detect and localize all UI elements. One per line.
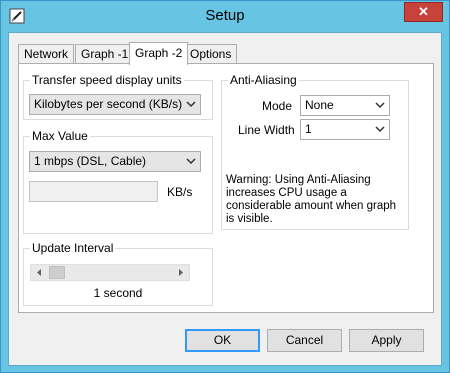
chevron-down-icon — [374, 96, 386, 115]
max-value-unit-label: KB/s — [167, 185, 193, 199]
chevron-down-icon — [374, 120, 386, 139]
max-value-dropdown[interactable]: 1 mbps (DSL, Cable) — [29, 151, 201, 172]
transfer-speed-group: Transfer speed display units Kilobytes p… — [23, 73, 213, 120]
max-value-group-label: Max Value — [30, 129, 90, 143]
tab-label: Graph -1 — [81, 47, 129, 61]
line-width-value: 1 — [305, 122, 312, 136]
cancel-button[interactable]: Cancel — [267, 329, 342, 352]
arrow-left-icon[interactable] — [31, 265, 48, 280]
window-title: Setup — [205, 7, 245, 24]
transfer-speed-group-label: Transfer speed display units — [30, 73, 184, 87]
max-value-selected: 1 mbps (DSL, Cable) — [34, 154, 147, 168]
arrow-right-icon[interactable] — [172, 265, 189, 280]
update-interval-value: 1 second — [93, 286, 143, 300]
update-interval-group-label: Update Interval — [30, 241, 116, 255]
tab-panel-graph-2: Transfer speed display units Kilobytes p… — [18, 63, 434, 313]
max-value-input[interactable] — [29, 181, 158, 202]
chevron-down-icon — [185, 95, 197, 114]
tab-label: Graph -2 — [135, 46, 183, 60]
mode-label: Mode — [262, 99, 293, 113]
apply-button[interactable]: Apply — [349, 329, 424, 352]
line-width-dropdown[interactable]: 1 — [300, 119, 390, 140]
max-value-group: Max Value 1 mbps (DSL, Cable) KB/s — [23, 129, 213, 234]
transfer-speed-units-value: Kilobytes per second (KB/s) — [34, 97, 183, 111]
tab-network[interactable]: Network — [18, 44, 75, 64]
tab-label: Network — [24, 47, 69, 61]
update-interval-slider[interactable] — [30, 264, 190, 281]
anti-aliasing-group: Anti-Aliasing Mode None Line Width 1 War… — [221, 73, 409, 230]
title-bar[interactable]: Setup ✕ — [1, 1, 449, 32]
chevron-down-icon — [185, 152, 197, 171]
mode-dropdown[interactable]: None — [300, 95, 390, 116]
anti-aliasing-warning: Warning: Using Anti-Aliasing increases C… — [226, 174, 397, 225]
close-icon: ✕ — [418, 4, 429, 19]
transfer-speed-units-dropdown[interactable]: Kilobytes per second (KB/s) — [29, 94, 201, 115]
tab-graph-2[interactable]: Graph -2 — [129, 42, 189, 65]
line-width-label: Line Width — [238, 123, 295, 137]
setup-window: Setup ✕ Network Graph -1 Graph -2 Option… — [0, 0, 450, 373]
tab-graph-1[interactable]: Graph -1 — [75, 44, 135, 64]
ok-button[interactable]: OK — [185, 329, 260, 352]
tab-options[interactable]: Options — [184, 44, 238, 64]
dialog-body: Network Graph -1 Graph -2 Options Transf… — [8, 32, 442, 366]
update-interval-group: Update Interval 1 second — [23, 241, 213, 306]
mode-value: None — [305, 98, 334, 112]
close-button[interactable]: ✕ — [404, 2, 443, 22]
slider-thumb[interactable] — [49, 266, 65, 279]
tab-label: Options — [190, 47, 232, 61]
anti-aliasing-group-label: Anti-Aliasing — [228, 73, 299, 87]
